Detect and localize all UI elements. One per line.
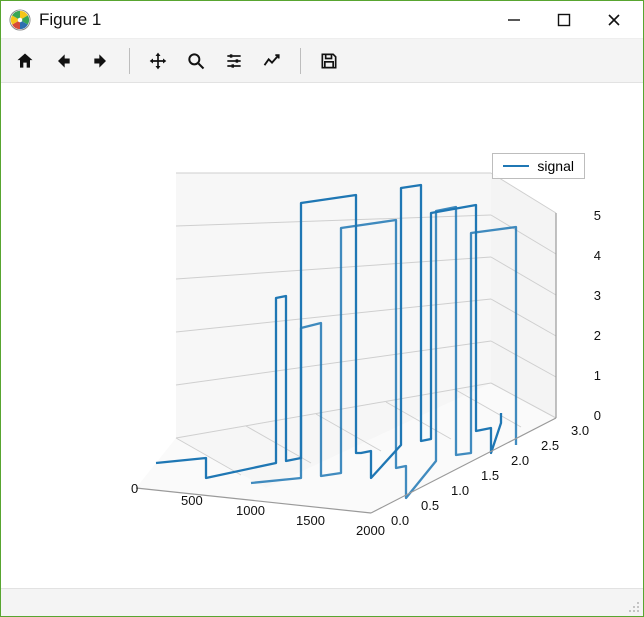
save-button[interactable] [311,44,347,78]
forward-button[interactable] [83,44,119,78]
configure-subplots-button[interactable] [216,44,252,78]
z-tick-0: 0 [594,408,601,423]
toolbar-separator [300,48,301,74]
statusbar [1,588,643,616]
maximize-button[interactable] [539,2,589,38]
y-tick-6: 3.0 [571,423,589,438]
x-tick-1: 500 [181,493,203,508]
x-tick-3: 1500 [296,513,325,528]
x-tick-0: 0 [131,481,138,496]
y-tick-1: 0.5 [421,498,439,513]
pan-button[interactable] [140,44,176,78]
z-tick-2: 2 [594,328,601,343]
window-controls [489,2,639,38]
y-tick-0: 0.0 [391,513,409,528]
home-button[interactable] [7,44,43,78]
titlebar: Figure 1 [1,1,643,39]
y-tick-3: 1.5 [481,468,499,483]
y-tick-2: 1.0 [451,483,469,498]
x-tick-4: 2000 [356,523,385,538]
y-tick-4: 2.0 [511,453,529,468]
window-title: Figure 1 [39,10,101,30]
edit-parameters-button[interactable] [254,44,290,78]
figure-window: Figure 1 [0,0,644,617]
minimize-button[interactable] [489,2,539,38]
y-tick-5: 2.5 [541,438,559,453]
x-tick-2: 1000 [236,503,265,518]
z-tick-3: 3 [594,288,601,303]
legend-label: signal [537,158,574,174]
plot-canvas[interactable]: signal 0 1 2 3 4 5 0.0 0.5 1.0 1.5 2.0 2… [1,83,643,588]
z-tick-1: 1 [594,368,601,383]
toolbar-separator [129,48,130,74]
legend-swatch [503,165,529,167]
z-tick-5: 5 [594,208,601,223]
app-icon [9,9,31,31]
legend: signal [492,153,585,179]
matplotlib-toolbar [1,39,643,83]
zoom-button[interactable] [178,44,214,78]
close-button[interactable] [589,2,639,38]
z-tick-4: 4 [594,248,601,263]
back-button[interactable] [45,44,81,78]
resize-grip[interactable] [629,602,641,614]
